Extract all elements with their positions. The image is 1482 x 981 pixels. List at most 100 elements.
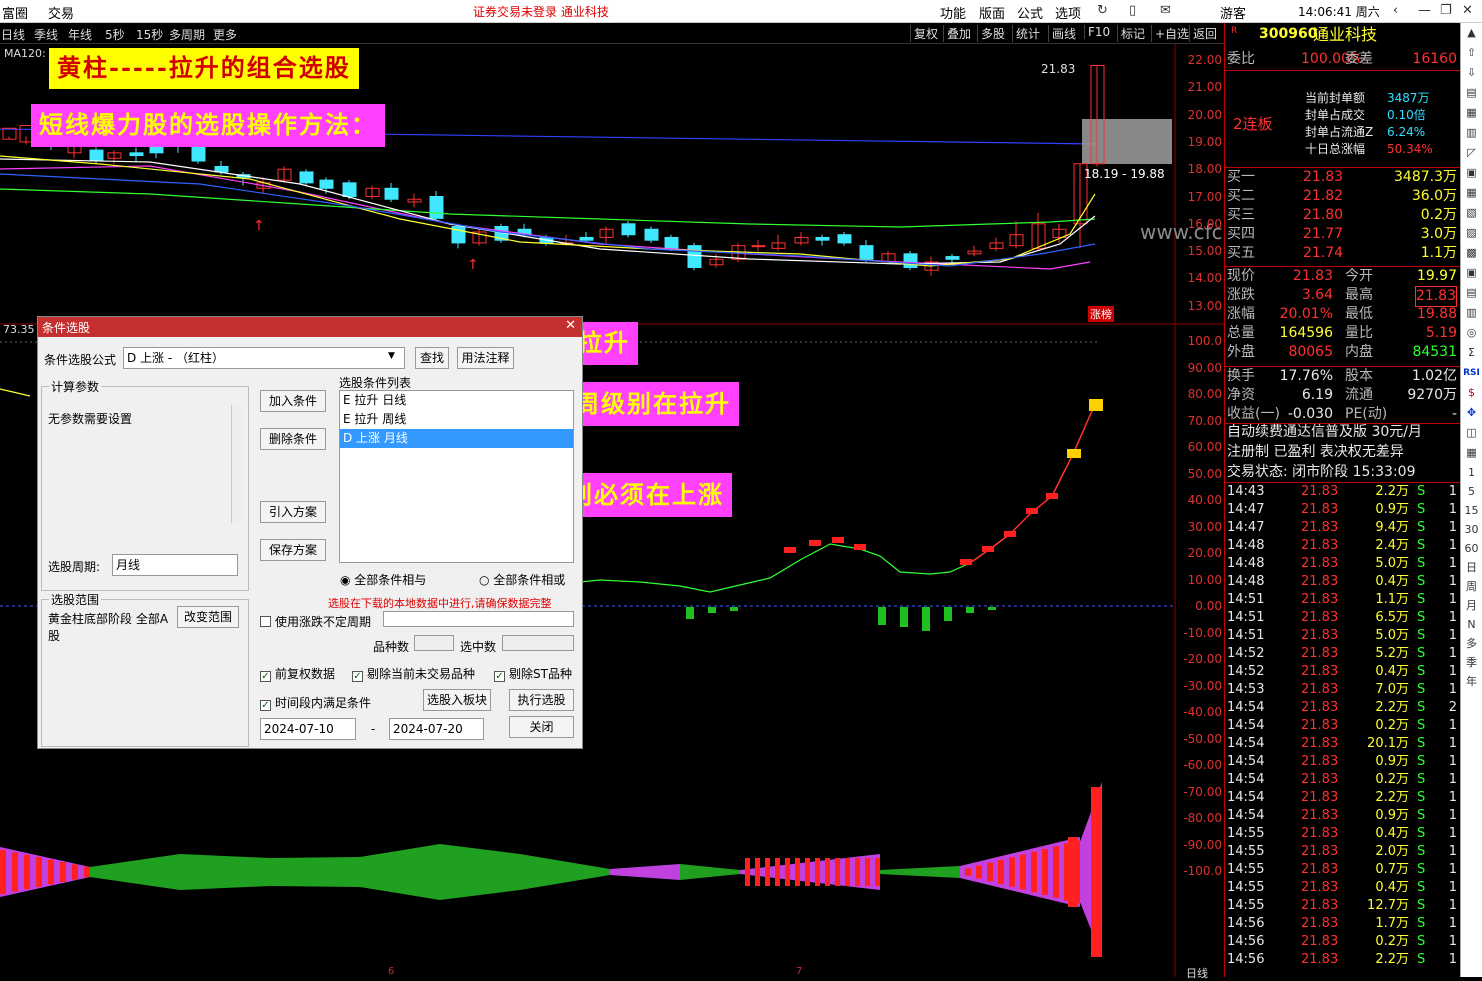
f-icon[interactable]: ▤	[1461, 283, 1482, 303]
sidebar-period[interactable]: 年	[1461, 672, 1482, 691]
date-from-input[interactable]: 2024-07-10	[260, 718, 356, 740]
btn-draw[interactable]: 画线	[1048, 25, 1079, 42]
condition-item[interactable]: E 拉升 日线	[340, 391, 573, 410]
change-range-button[interactable]: 改变范围	[177, 606, 239, 628]
condition-item-selected[interactable]: D 上涨 月线	[340, 429, 573, 448]
add-condition-button[interactable]: 加入条件	[260, 390, 326, 412]
period-15s[interactable]: 15秒	[136, 26, 163, 43]
chart-icon[interactable]: ▤	[1461, 83, 1482, 103]
btn-overlay[interactable]: 叠加	[943, 25, 974, 42]
cal-icon[interactable]: ▧	[1461, 203, 1482, 223]
sidebar-period[interactable]: 日	[1461, 558, 1482, 577]
tick-row[interactable]: 14:53 21.83 7.0万 S 1	[1225, 681, 1461, 699]
menu-options[interactable]: 选项	[1055, 3, 1081, 22]
move-icon[interactable]: ✥	[1461, 403, 1482, 423]
period-multi[interactable]: 多周期	[169, 26, 205, 43]
run-select-button[interactable]: 执行选股	[509, 689, 574, 711]
opt-fuquan-checkbox[interactable]: ✓ 前复权数据	[260, 665, 335, 682]
sidebar-period[interactable]: N	[1461, 615, 1482, 634]
money-icon[interactable]: $	[1461, 383, 1482, 403]
list2-icon[interactable]: ▥	[1461, 303, 1482, 323]
period-select[interactable]: 月线	[112, 554, 238, 576]
menu-function[interactable]: 功能	[940, 3, 966, 22]
phone-icon[interactable]: ▯	[1129, 3, 1136, 18]
period-year[interactable]: 年线	[68, 26, 92, 43]
tick-row[interactable]: 14:52 21.83 5.2万 S 1	[1225, 645, 1461, 663]
ad-line[interactable]: 自动续费通达信普及版 30元/月	[1225, 423, 1461, 442]
tick-row[interactable]: 14:51 21.83 5.0万 S 1	[1225, 627, 1461, 645]
tick-row[interactable]: 14:47 21.83 9.4万 S 1	[1225, 519, 1461, 537]
menu-formula[interactable]: 公式	[1017, 3, 1043, 22]
menu-layout[interactable]: 版面	[979, 3, 1005, 22]
tick-row[interactable]: 14:54 21.83 2.2万 S 1	[1225, 789, 1461, 807]
doc-icon[interactable]: ▣	[1461, 163, 1482, 183]
list-icon[interactable]: ▦	[1461, 103, 1482, 123]
cube-icon[interactable]: ▦	[1461, 443, 1482, 463]
or-radio[interactable]: ○ 全部条件相或	[479, 571, 565, 588]
condition-item[interactable]: E 拉升 周线	[340, 410, 573, 429]
dialog-close-icon[interactable]: ✕	[565, 318, 576, 333]
find-button[interactable]: 查找	[415, 347, 449, 369]
dialog-title[interactable]: 条件选股	[38, 317, 582, 337]
sidebar-period[interactable]: 1	[1461, 463, 1482, 482]
sidebar-period[interactable]: 5	[1461, 482, 1482, 501]
menu-fuquan[interactable]: 富圈	[2, 3, 28, 22]
close-button[interactable]: 关闭	[509, 716, 574, 738]
tick-row[interactable]: 14:54 21.83 0.2万 S 1	[1225, 717, 1461, 735]
sum-icon[interactable]: Σ	[1461, 343, 1482, 363]
uncertain-checkbox[interactable]: 使用涨跌不定周期	[260, 613, 371, 630]
tick-row[interactable]: 14:55 21.83 0.4万 S 1	[1225, 879, 1461, 897]
tick-row[interactable]: 14:48 21.83 5.0万 S 1	[1225, 555, 1461, 573]
opt-st-checkbox[interactable]: ✓ 剔除ST品种	[494, 665, 572, 682]
tick-row[interactable]: 14:52 21.83 0.4万 S 1	[1225, 663, 1461, 681]
btn-add-fav[interactable]: +自选	[1151, 25, 1192, 42]
chevron-down-icon[interactable]: ▼	[388, 351, 395, 361]
opt-untraded-checkbox[interactable]: ✓ 剔除当前未交易品种	[352, 665, 475, 682]
btn-mark[interactable]: 标记	[1117, 25, 1148, 42]
condition-list[interactable]: E 拉升 日线 E 拉升 周线 D 上涨 月线	[339, 390, 574, 563]
opt-period-checkbox[interactable]: ✓ 时间段内满足条件	[260, 694, 371, 711]
tick-row[interactable]: 14:54 21.83 0.2万 S 1	[1225, 771, 1461, 789]
back-icon[interactable]: ‹	[1393, 3, 1398, 18]
formula-select[interactable]: D 上涨 - （红柱）	[123, 347, 405, 369]
page-icon[interactable]: ▨	[1461, 223, 1482, 243]
period-more[interactable]: 更多	[213, 26, 237, 43]
box-icon[interactable]: ▣	[1461, 263, 1482, 283]
arrow-up-icon[interactable]: ⇧	[1461, 43, 1482, 63]
delete-condition-button[interactable]: 删除条件	[260, 428, 326, 450]
params-scrollbar[interactable]	[231, 405, 244, 523]
tick-row[interactable]: 14:54 21.83 20.1万 S 1	[1225, 735, 1461, 753]
sidebar-period[interactable]: 15	[1461, 501, 1482, 520]
up-icon[interactable]: ▲	[1461, 23, 1482, 43]
menu-trade[interactable]: 交易	[48, 3, 74, 22]
tick-row[interactable]: 14:48 21.83 2.4万 S 1	[1225, 537, 1461, 555]
grid-icon[interactable]: ▥	[1461, 123, 1482, 143]
sidebar-period[interactable]: 周	[1461, 577, 1482, 596]
tick-row[interactable]: 14:56 21.83 1.7万 S 1	[1225, 915, 1461, 933]
minimize-icon[interactable]: —	[1418, 3, 1431, 18]
restore-icon[interactable]: ❐	[1440, 3, 1452, 18]
tick-row[interactable]: 14:55 21.83 2.0万 S 1	[1225, 843, 1461, 861]
usage-button[interactable]: 用法注释	[457, 347, 514, 369]
img-icon[interactable]: ▩	[1461, 243, 1482, 263]
save-plan-button[interactable]: 保存方案	[260, 539, 326, 561]
btn-stats[interactable]: 统计	[1012, 25, 1043, 42]
tick-row[interactable]: 14:43 21.83 2.2万 S 1	[1225, 483, 1461, 501]
import-plan-button[interactable]: 引入方案	[260, 501, 326, 523]
btn-fuquan[interactable]: 复权	[910, 25, 941, 42]
close-icon[interactable]: ✕	[1462, 3, 1473, 18]
tick-row[interactable]: 14:55 21.83 0.4万 S 1	[1225, 825, 1461, 843]
tick-row[interactable]: 14:55 21.83 12.7万 S 1	[1225, 897, 1461, 915]
mail-icon[interactable]: ✉	[1160, 3, 1171, 18]
tick-row[interactable]: 14:48 21.83 0.4万 S 1	[1225, 573, 1461, 591]
period-day[interactable]: 日线	[1, 26, 25, 43]
period-5s[interactable]: 5秒	[105, 26, 125, 43]
and-radio[interactable]: ◉ 全部条件相与	[340, 571, 426, 588]
table-icon[interactable]: ▦	[1461, 183, 1482, 203]
period-quarter[interactable]: 季线	[34, 26, 58, 43]
bag-icon[interactable]: ◫	[1461, 423, 1482, 443]
sidebar-period[interactable]: 月	[1461, 596, 1482, 615]
refresh-icon[interactable]: ↻	[1097, 3, 1108, 18]
sidebar-period[interactable]: 60	[1461, 539, 1482, 558]
tick-row[interactable]: 14:54 21.83 0.9万 S 1	[1225, 753, 1461, 771]
